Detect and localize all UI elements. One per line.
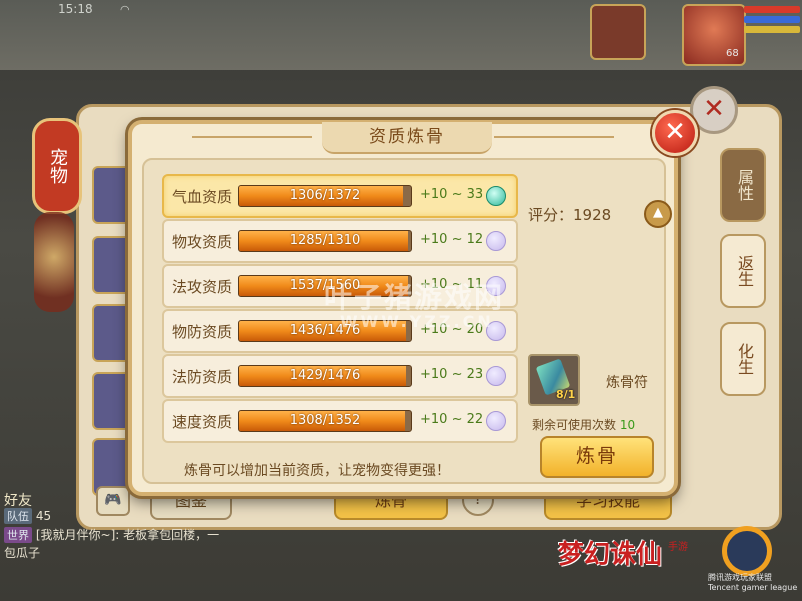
score-label: 评分：1928 — [528, 206, 612, 224]
wifi-icon: ◠ — [120, 3, 130, 16]
tencent-league-icon — [722, 526, 772, 576]
item-count: 8/1 — [556, 388, 576, 401]
world-message: [我就月伴你~]: 老板拿包回楼，一 — [35, 528, 220, 542]
hint-text: 炼骨可以增加当前资质，让宠物变得更强！ — [184, 463, 450, 479]
attribute-value-text: 1285/1310 — [289, 233, 361, 248]
pet-avatar[interactable] — [590, 4, 646, 60]
mobile-mark: 手游 — [668, 542, 688, 553]
remaining-uses: 剩余可使用次数 10 — [532, 416, 635, 433]
mp-bar — [744, 16, 800, 23]
remaining-label: 剩余可使用次数 — [532, 418, 617, 432]
attribute-row[interactable]: 气血资质 1306/1372 +10 ~ 33 — [162, 174, 518, 218]
exp-bar — [744, 26, 800, 33]
select-radio-icon[interactable] — [486, 231, 506, 251]
attribute-label: 法防资质 — [172, 368, 233, 386]
attribute-gain-range: +10 ~ 23 — [420, 367, 484, 382]
hp-bar — [744, 6, 800, 13]
tab-attributes[interactable]: 属性 — [720, 148, 766, 222]
attribute-row[interactable]: 法防资质 1429/1476 +10 ~ 23 — [162, 354, 518, 398]
attribute-value-text: 1429/1476 — [289, 368, 361, 383]
pet-slot[interactable] — [92, 304, 132, 362]
status-time: 15:18 — [58, 2, 93, 16]
player-level: 68 — [726, 48, 739, 59]
attribute-label: 物攻资质 — [172, 233, 233, 251]
team-count: 45 — [35, 509, 52, 523]
chat-line-world: 世界 [我就月伴你~]: 老板拿包回楼，一 — [4, 526, 300, 544]
attribute-gain-range: +10 ~ 22 — [420, 412, 484, 427]
game-logo: 梦幻诛仙 手游 腾讯游戏玩家联盟 Tencent gamer league — [550, 524, 802, 601]
item-name: 炼骨符 — [606, 375, 648, 391]
player-status-bars — [744, 6, 800, 36]
attribute-progress-bar: 1285/1310 — [238, 230, 412, 252]
remaining-count: 10 — [619, 418, 636, 432]
attribute-row[interactable]: 速度资质 1308/1352 +10 ~ 22 — [162, 399, 518, 443]
select-radio-icon[interactable] — [486, 411, 506, 431]
refine-item-slot[interactable]: 8/1 — [528, 354, 580, 406]
attribute-gain-range: +10 ~ 33 — [420, 187, 484, 202]
attribute-value-text: 1308/1352 — [289, 413, 361, 428]
attribute-label: 气血资质 — [172, 188, 233, 206]
watermark-site: 叶子猪游戏网 — [324, 281, 505, 314]
tab-rebirth[interactable]: 返生 — [720, 234, 766, 308]
title-ornament-right — [494, 136, 614, 138]
attribute-gain-range: +10 ~ 12 — [420, 232, 484, 247]
attribute-label: 法攻资质 — [172, 278, 233, 296]
score-up-arrow-icon[interactable]: ▲ — [644, 200, 672, 228]
attribute-label: 速度资质 — [172, 413, 233, 431]
attribute-row[interactable]: 物攻资质 1285/1310 +10 ~ 12 — [162, 219, 518, 263]
game-name-logo: 梦幻诛仙 — [558, 540, 663, 570]
refine-button[interactable]: 炼骨 — [540, 436, 654, 478]
dialog-title: 资质炼骨 — [322, 122, 492, 154]
pet-slot[interactable] — [92, 166, 132, 224]
lantern-decoration — [34, 212, 74, 312]
attribute-progress-bar: 1429/1476 — [238, 365, 412, 387]
attribute-label: 物防资质 — [172, 323, 233, 341]
title-ornament-left — [192, 136, 312, 138]
watermark-url: WWW.YZZ.CN — [340, 312, 494, 331]
attribute-progress-bar: 1308/1352 — [238, 410, 412, 432]
dialog-close-icon[interactable]: ✕ — [652, 110, 698, 156]
pet-slot[interactable] — [92, 372, 132, 430]
pet-slot[interactable] — [92, 236, 132, 294]
chat-line-team: 队伍 45 — [4, 508, 300, 526]
team-tag: 队伍 — [4, 508, 32, 524]
attribute-progress-bar: 1306/1372 — [238, 185, 412, 207]
league-text: 腾讯游戏玩家联盟 Tencent gamer league — [708, 573, 798, 592]
chat-box[interactable]: 好友 队伍 45 世界 [我就月伴你~]: 老板拿包回楼，一 包瓜子 — [0, 490, 300, 601]
chat-line-last: 包瓜子 — [4, 546, 41, 560]
select-radio-icon[interactable] — [486, 366, 506, 386]
pet-side-tab[interactable]: 宠物 — [32, 118, 82, 214]
attribute-value-text: 1306/1372 — [289, 188, 361, 203]
tab-transform[interactable]: 化生 — [720, 322, 766, 396]
select-radio-icon[interactable] — [486, 186, 506, 206]
world-tag: 世界 — [4, 527, 32, 543]
